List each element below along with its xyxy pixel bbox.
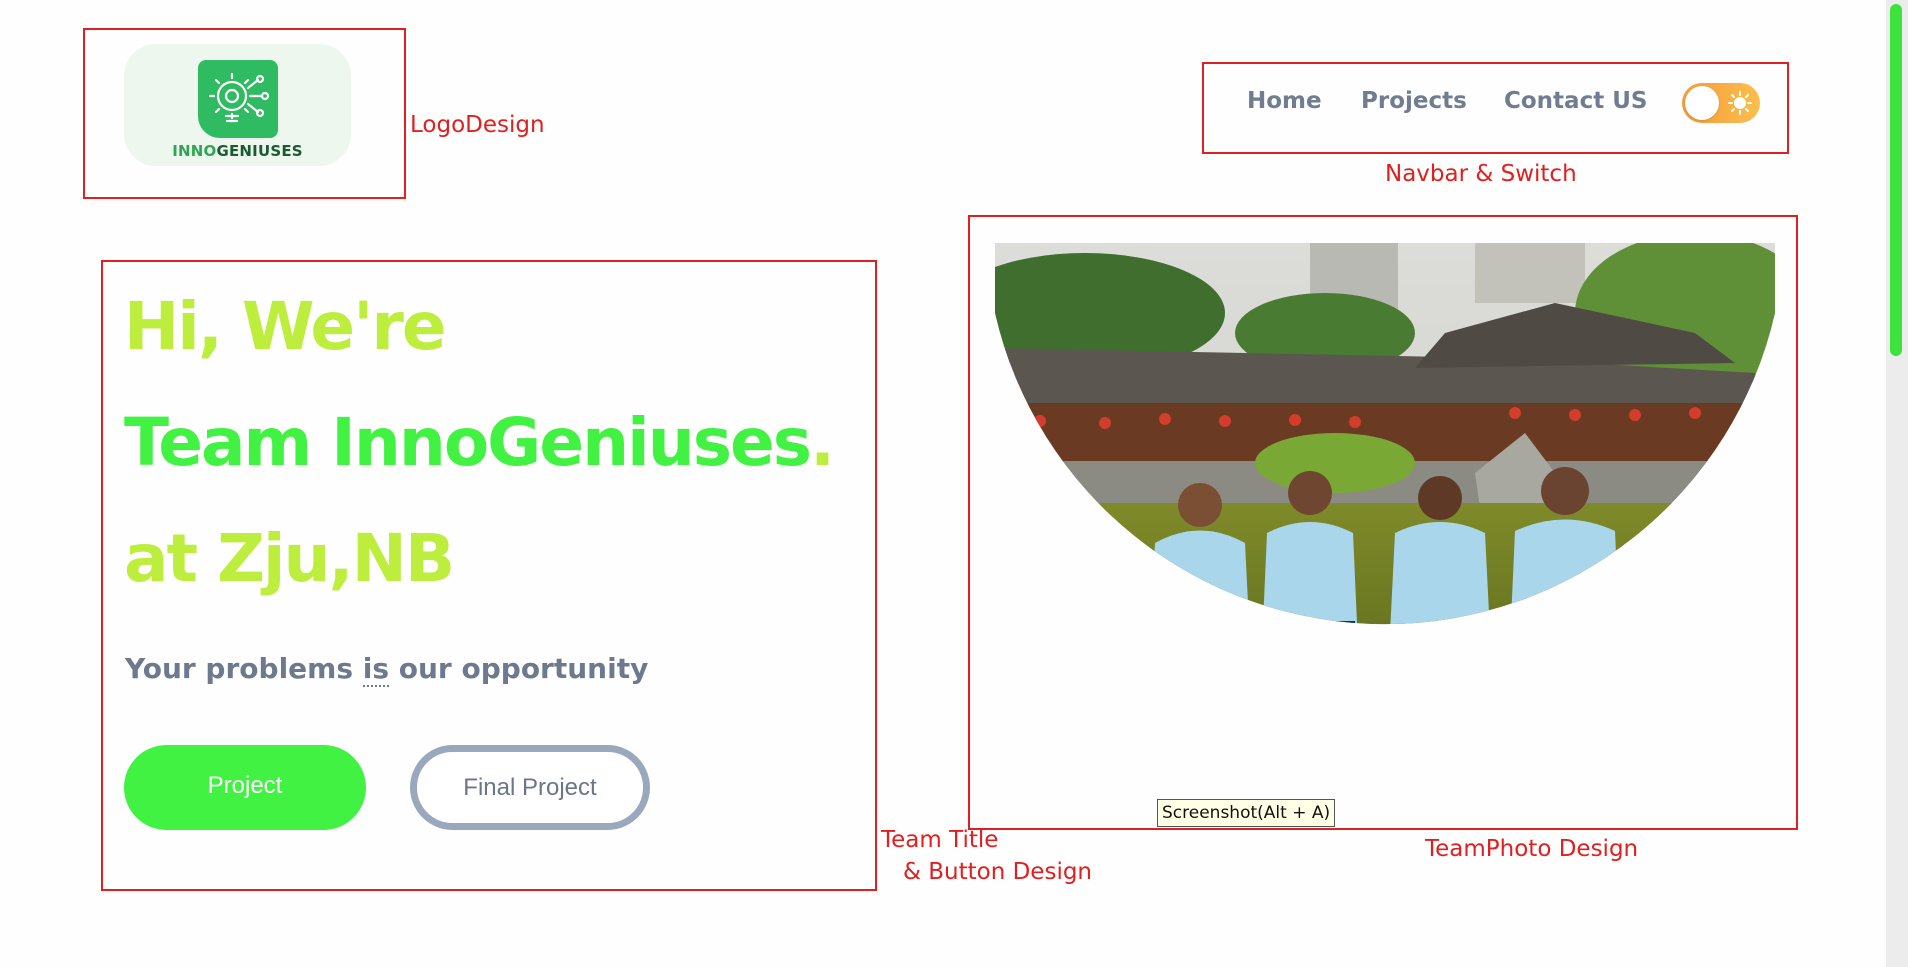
annotation-label-team-title-1: Team Title (881, 827, 999, 853)
annotation-box-navbar (1202, 62, 1789, 154)
annotation-label-navbar: Navbar & Switch (1385, 161, 1577, 187)
annotation-label-team-title-2: & Button Design (903, 859, 1093, 885)
annotation-box-team-title (101, 260, 877, 891)
scrollbar-thumb[interactable] (1890, 4, 1902, 356)
annotation-box-logo (83, 28, 406, 199)
annotation-label-team-photo: TeamPhoto Design (1425, 836, 1639, 862)
annotation-label-logo: LogoDesign (410, 112, 545, 138)
annotation-box-team-photo (968, 215, 1798, 830)
